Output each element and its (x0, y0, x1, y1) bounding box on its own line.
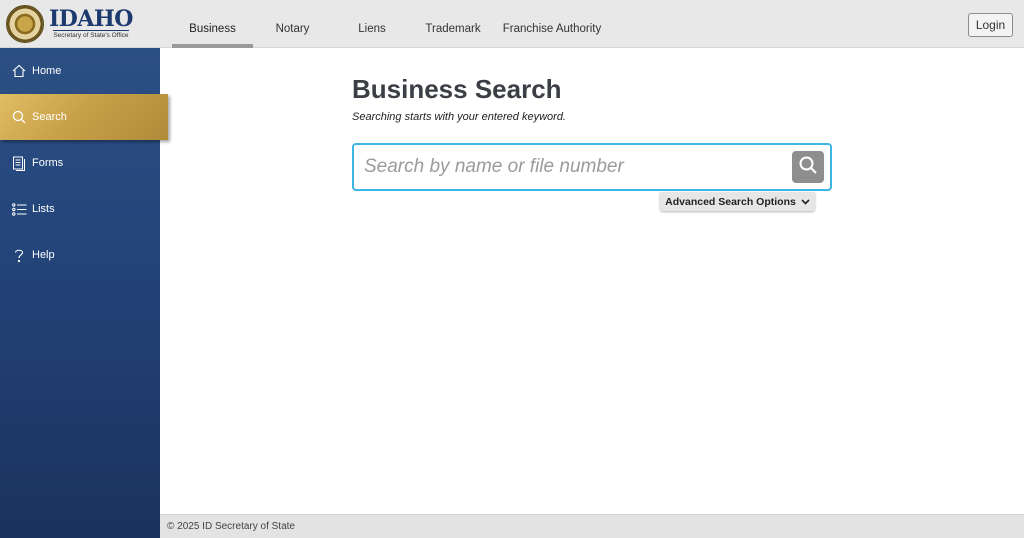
sidebar-item-label: Help (32, 249, 55, 261)
sidebar-item-label: Lists (32, 203, 55, 215)
login-button[interactable]: Login (968, 13, 1013, 37)
top-bar: IDAHO Secretary of State's Office Busine… (0, 0, 1024, 48)
advanced-search-label: Advanced Search Options (665, 196, 796, 208)
tab-business[interactable]: Business (172, 0, 253, 48)
sidebar-item-lists[interactable]: Lists (0, 186, 160, 232)
tab-notary[interactable]: Notary (253, 0, 332, 48)
main-content: Business Search Searching starts with yo… (160, 48, 1024, 514)
forms-icon (11, 155, 27, 171)
home-icon (11, 63, 27, 79)
sidebar-item-home[interactable]: Home (0, 48, 160, 94)
copyright-text: © 2025 ID Secretary of State (167, 521, 295, 532)
tab-franchise-authority[interactable]: Franchise Authority (494, 0, 610, 48)
sidebar-item-label: Forms (32, 157, 63, 169)
tab-liens[interactable]: Liens (332, 0, 412, 48)
state-seal-icon (6, 5, 44, 43)
sidebar-item-help[interactable]: Help (0, 232, 160, 278)
logo-wordmark: IDAHO (49, 8, 133, 30)
magnifier-icon (798, 155, 818, 179)
list-icon (11, 201, 27, 217)
logo-subtitle: Secretary of State's Office (53, 30, 128, 40)
page-subtitle: Searching starts with your entered keywo… (352, 111, 566, 123)
sidebar-item-forms[interactable]: Forms (0, 140, 160, 186)
top-tabs: Business Notary Liens Trademark Franchis… (172, 0, 610, 48)
search-button[interactable] (792, 151, 824, 183)
sidebar-item-label: Home (32, 65, 61, 77)
question-icon (11, 247, 27, 263)
search-input[interactable] (364, 153, 774, 181)
page-title: Business Search (352, 74, 562, 105)
search-box (352, 143, 832, 191)
advanced-search-options-button[interactable]: Advanced Search Options (660, 192, 815, 211)
sidebar: Home Search Forms Lists Help (0, 48, 160, 538)
chevron-down-icon (801, 199, 810, 205)
sidebar-item-label: Search (32, 111, 67, 123)
idaho-logo[interactable]: IDAHO Secretary of State's Office (6, 4, 136, 44)
search-icon (11, 109, 27, 125)
tab-trademark[interactable]: Trademark (412, 0, 494, 48)
sidebar-item-search[interactable]: Search (0, 94, 168, 140)
footer: © 2025 ID Secretary of State (160, 514, 1024, 538)
